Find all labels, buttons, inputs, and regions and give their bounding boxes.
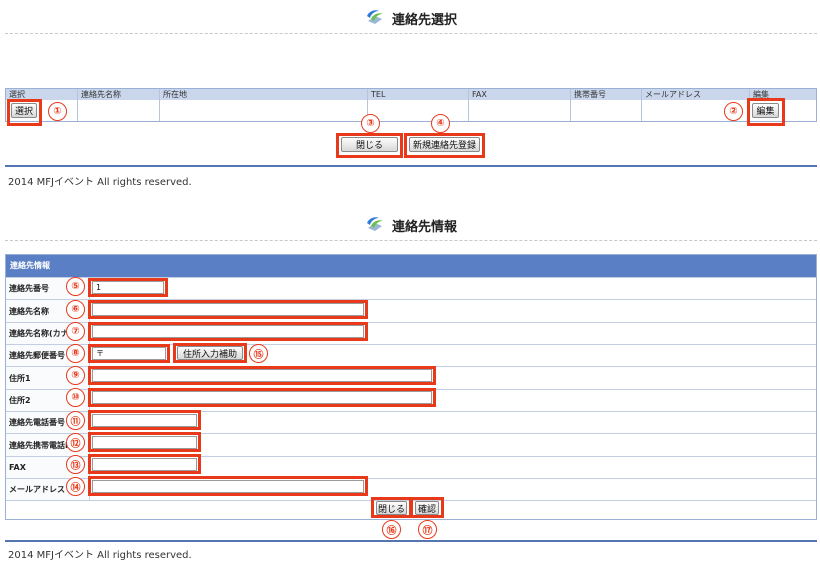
address2-input[interactable]: [92, 391, 432, 404]
callout-16: ⑯: [382, 520, 401, 539]
fax-input[interactable]: [92, 458, 197, 471]
form-close-button[interactable]: 閉じる: [376, 501, 407, 515]
edit-button[interactable]: 編集: [752, 103, 779, 118]
column-header-tel: TEL: [371, 90, 386, 99]
callout-1: ①: [48, 102, 67, 121]
column-divider: [641, 89, 642, 121]
app-logo-icon: [367, 217, 383, 231]
contact-table: 選択 連絡先名称 所在地 TEL FAX 携帯番号 メールアドレス 編集: [5, 88, 817, 122]
footer-divider: [5, 165, 817, 167]
callout-4: ④: [431, 114, 450, 133]
form-button-row: [6, 500, 816, 521]
callout-9: ⑨: [66, 366, 85, 385]
column-divider: [570, 89, 571, 121]
phone-input[interactable]: [92, 414, 197, 427]
callout-13: ⑬: [66, 455, 85, 474]
contact-number-input[interactable]: 1: [92, 281, 164, 294]
footer-divider: [5, 540, 817, 542]
footer-copyright: 2014 MFJイベント All rights reserved.: [8, 550, 192, 561]
close-button[interactable]: 閉じる: [341, 137, 398, 152]
column-divider: [77, 89, 78, 121]
column-divider: [749, 89, 750, 121]
column-divider: [159, 89, 160, 121]
new-contact-button[interactable]: 新規連絡先登録: [409, 137, 480, 152]
section-header: 連絡先情報: [6, 255, 816, 277]
callout-14: ⑭: [66, 477, 85, 496]
contact-name-input[interactable]: [92, 303, 364, 316]
column-header-mobile: 携帯番号: [574, 90, 606, 99]
address-helper-button[interactable]: 住所入力補助: [177, 346, 243, 360]
callout-2: ②: [724, 102, 743, 121]
column-divider: [468, 89, 469, 121]
contact-name-kana-input[interactable]: [92, 325, 364, 338]
callout-3: ③: [361, 114, 380, 133]
callout-6: ⑥: [66, 300, 85, 319]
column-header-edit: 編集: [753, 90, 769, 99]
column-header-address: 所在地: [163, 90, 187, 99]
callout-15: ⑮: [249, 344, 268, 363]
column-header-name: 連絡先名称: [81, 90, 121, 99]
callout-5: ⑤: [66, 277, 85, 296]
callout-11: ⑪: [66, 411, 85, 430]
divider: [5, 33, 817, 34]
callout-12: ⑫: [66, 433, 85, 452]
page-title: 連絡先情報: [392, 220, 458, 235]
mobile-phone-input[interactable]: [92, 436, 197, 449]
page-title: 連絡先選択: [392, 13, 458, 28]
callout-8: ⑧: [66, 344, 85, 363]
divider: [5, 240, 817, 241]
callout-17: ⑰: [418, 520, 437, 539]
app-logo-icon: [367, 10, 383, 24]
postal-code-input[interactable]: 〒: [92, 347, 166, 360]
callout-10: ⑩: [66, 388, 85, 407]
column-header-select: 選択: [9, 90, 25, 99]
column-header-email: メールアドレス: [645, 90, 701, 99]
footer-copyright: 2014 MFJイベント All rights reserved.: [8, 177, 192, 188]
email-input[interactable]: [92, 480, 364, 493]
callout-7: ⑦: [66, 322, 85, 341]
address1-input[interactable]: [92, 369, 432, 382]
select-button[interactable]: 選択: [11, 103, 37, 118]
confirm-button[interactable]: 確認: [415, 501, 439, 515]
column-header-fax: FAX: [472, 90, 487, 99]
